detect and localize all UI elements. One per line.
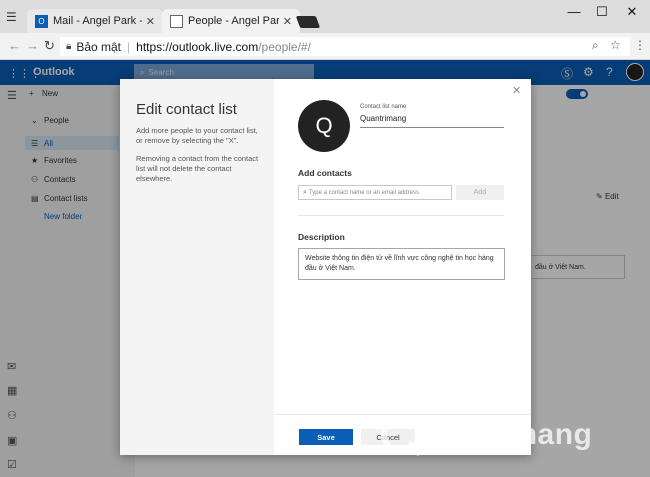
browser-titlebar: ☰ O Mail - Angel Park - Outlo ✕ People -… [0,0,650,33]
edit-contact-list-dialog: Edit contact list Add more people to you… [120,79,531,455]
add-contact-input[interactable]: ⌕ Type a contact name or an email addres… [298,185,452,200]
maximize-icon[interactable]: ☐ [592,4,612,20]
tab-people[interactable]: People - Angel Park - Ou ✕ [162,9,300,33]
dialog-description-remove: Removing a contact from the contact list… [136,154,259,183]
contact-list-name-label: Contact list name [360,104,407,110]
dialog-description-add: Add more people to your contact list, or… [136,126,258,145]
add-contact-placeholder: Type a contact name or an email address [308,189,419,196]
section-divider [298,215,504,216]
search-icon: ⌕ [303,188,307,196]
url-path: /people/#/ [258,39,311,54]
watermark: uantrimang [372,410,650,460]
address-bar-row: ← → ↻ 🔒︎ Bảo mật | https://outlook.live.… [0,33,650,60]
description-heading: Description [298,232,345,242]
tab-title: People - Angel Park - Ou [188,15,279,27]
forward-icon[interactable]: → [26,38,39,53]
zoom-icon[interactable]: ⌕ [592,38,599,53]
dialog-title: Edit contact list [136,101,237,118]
contact-list-name-input[interactable]: Quantrimang [360,114,504,128]
security-label: Bảo mật [76,39,122,54]
url-domain: https://outlook.live.com [136,39,259,54]
reload-icon[interactable]: ↻ [44,38,55,54]
add-contacts-heading: Add contacts [298,168,352,178]
tab-mail[interactable]: O Mail - Angel Park - Outlo ✕ [27,9,163,33]
tab-title: Mail - Angel Park - Outlo [53,15,142,27]
document-favicon-icon [170,14,183,28]
new-tab-button[interactable] [295,16,321,28]
close-dialog-icon[interactable]: ✕ [512,84,521,97]
save-button[interactable]: Save [299,429,353,445]
minimize-icon[interactable]: — [564,4,584,19]
outlook-favicon-icon: O [35,14,48,28]
close-window-icon[interactable]: ✕ [622,4,642,20]
close-tab-icon[interactable]: ✕ [146,15,155,28]
lock-icon: 🔒︎ [66,41,72,52]
watermark-logo-icon [381,415,423,457]
bookmark-star-icon[interactable]: ☆ [610,38,621,52]
add-button[interactable]: Add [456,185,504,200]
url-separator: | [127,39,131,54]
dialog-info-panel: Edit contact list Add more people to you… [120,79,274,455]
watermark-text: uantrimang [424,418,593,451]
more-menu-icon[interactable]: ⋮ [634,38,646,52]
contact-list-avatar[interactable]: Q [298,100,350,152]
close-tab-icon[interactable]: ✕ [283,15,292,28]
browser-menu-icon[interactable]: ☰ [6,10,17,24]
description-textarea[interactable]: Website thông tin điện tử về lĩnh vực cô… [298,248,505,280]
back-icon[interactable]: ← [8,38,21,53]
url-field[interactable]: 🔒︎ Bảo mật | https://outlook.live.com /p… [60,37,630,56]
